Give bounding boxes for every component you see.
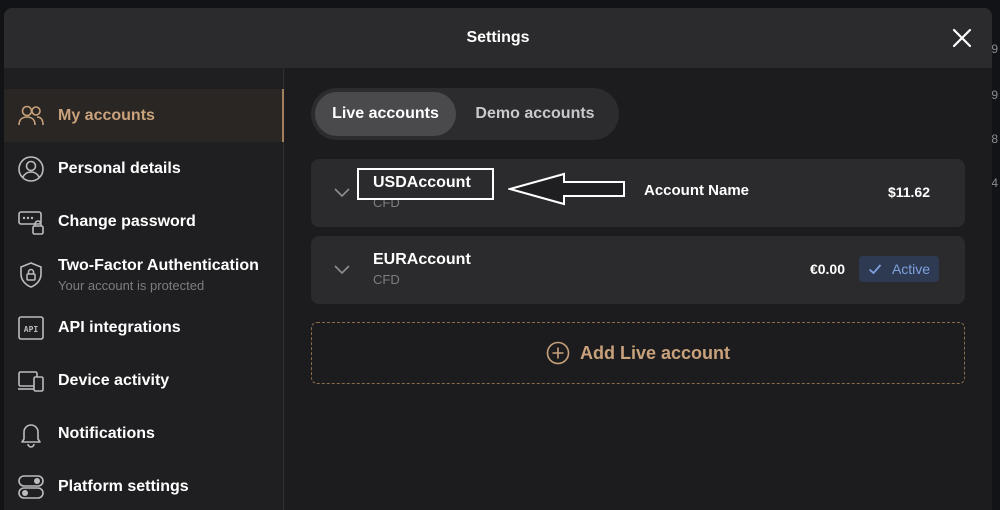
sidebar-item-label: Platform settings bbox=[58, 477, 189, 495]
account-name: EURAccount bbox=[373, 251, 471, 268]
sidebar-item-device-activity[interactable]: Device activity bbox=[4, 354, 284, 407]
account-balance: €0.00 bbox=[809, 261, 845, 277]
devices-icon bbox=[16, 366, 46, 396]
sidebar-item-label: My accounts bbox=[58, 106, 155, 124]
modal-title: Settings bbox=[466, 29, 530, 46]
status-badge: Active bbox=[859, 256, 939, 282]
edge-number: 4 bbox=[991, 176, 998, 190]
tab-live-accounts[interactable]: Live accounts bbox=[315, 92, 456, 136]
sidebar-item-personal-details[interactable]: Personal details bbox=[4, 142, 284, 195]
edge-number: 9 bbox=[991, 88, 998, 102]
settings-modal: Settings My accounts Personal details Ch… bbox=[4, 8, 992, 510]
sidebar-item-platform-settings[interactable]: Platform settings bbox=[4, 460, 284, 510]
password-lock-icon bbox=[16, 207, 46, 237]
sidebar-item-label: Two-Factor Authentication bbox=[58, 256, 259, 274]
add-live-account-button[interactable]: Add Live account bbox=[311, 322, 965, 384]
chevron-down-icon[interactable] bbox=[333, 183, 351, 201]
account-type: CFD bbox=[373, 272, 400, 287]
sidebar: My accounts Personal details Change pass… bbox=[4, 68, 284, 510]
modal-header: Settings bbox=[4, 8, 992, 68]
bell-icon bbox=[16, 419, 46, 449]
annotation-highlight-box bbox=[357, 168, 494, 200]
sidebar-item-label: Personal details bbox=[58, 159, 181, 177]
close-button[interactable] bbox=[948, 24, 976, 52]
sidebar-item-api-integrations[interactable]: API API integrations bbox=[4, 301, 284, 354]
shield-lock-icon bbox=[16, 260, 46, 290]
plus-circle-icon bbox=[546, 341, 570, 365]
user-circle-icon bbox=[16, 154, 46, 184]
sidebar-item-two-factor[interactable]: Two-Factor Authentication Your account i… bbox=[4, 248, 284, 301]
edge-number: 9 bbox=[991, 42, 998, 56]
check-icon bbox=[868, 264, 882, 275]
sidebar-item-label: Change password bbox=[58, 212, 196, 230]
sidebar-item-my-accounts[interactable]: My accounts bbox=[4, 89, 284, 142]
sidebar-item-label: Device activity bbox=[58, 371, 170, 389]
account-card-eur[interactable]: EURAccount CFD €0.00 Active bbox=[311, 236, 965, 304]
annotation-arrow-icon bbox=[508, 172, 625, 206]
api-icon: API bbox=[16, 313, 46, 343]
sidebar-item-notifications[interactable]: Notifications bbox=[4, 407, 284, 460]
svg-text:API: API bbox=[24, 325, 39, 334]
sidebar-item-sublabel: Your account is protected bbox=[58, 277, 205, 293]
chevron-down-icon[interactable] bbox=[333, 260, 351, 278]
toggles-icon bbox=[16, 472, 46, 502]
add-live-account-label: Add Live account bbox=[579, 342, 731, 363]
close-icon bbox=[952, 28, 972, 48]
status-badge-label: Active bbox=[891, 261, 931, 277]
account-tabs: Live accounts Demo accounts bbox=[311, 88, 619, 140]
edge-number: 8 bbox=[991, 132, 998, 146]
account-balance: $11.62 bbox=[887, 184, 930, 200]
sidebar-item-label: API integrations bbox=[58, 318, 181, 336]
sidebar-item-label: Notifications bbox=[58, 424, 155, 442]
users-icon bbox=[16, 101, 46, 131]
tab-demo-accounts[interactable]: Demo accounts bbox=[456, 92, 614, 136]
accounts-content: Live accounts Demo accounts USDAccount C… bbox=[285, 68, 992, 510]
annotation-label: Account Name bbox=[644, 182, 750, 199]
sidebar-item-change-password[interactable]: Change password bbox=[4, 195, 284, 248]
